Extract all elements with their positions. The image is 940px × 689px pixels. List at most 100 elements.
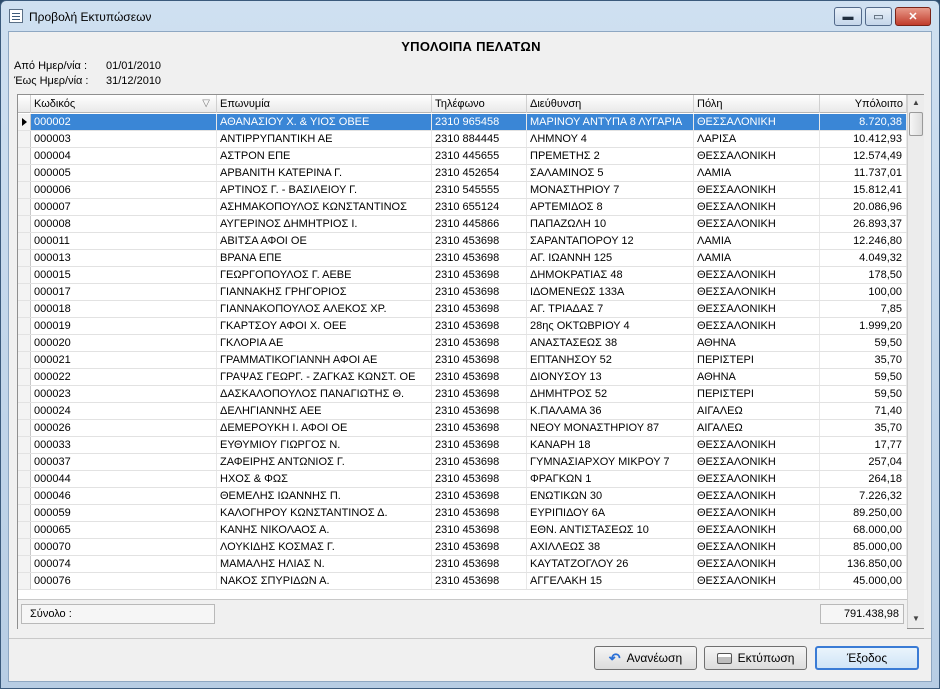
table-row[interactable]: 000024 ΔΕΛΗΓΙΑΝΝΗΣ ΑΕΕ 2310 453698 Κ.ΠΑΛΑΜΑ… xyxy=(18,403,907,420)
scroll-up-arrow-icon[interactable]: ▲ xyxy=(908,95,924,111)
row-indicator[interactable] xyxy=(18,420,31,436)
table-row[interactable]: 000015 ΓΕΩΡΓΟΠΟΥΛΟΣ Γ. ΑΕΒΕ 2310 453698 ΔΗΜ… xyxy=(18,267,907,284)
row-indicator[interactable] xyxy=(18,471,31,487)
row-indicator[interactable] xyxy=(18,522,31,538)
cell-code: 000019 xyxy=(31,318,217,334)
cell-balance: 35,70 xyxy=(820,352,907,368)
cell-phone: 2310 453698 xyxy=(432,335,527,351)
cell-code: 000018 xyxy=(31,301,217,317)
table-row[interactable]: 000033 ΕΥΘΥΜΙΟΥ ΓΙΩΡΓΟΣ Ν. 2310 453698 ΚΑΝΑ… xyxy=(18,437,907,454)
row-indicator[interactable] xyxy=(18,250,31,266)
table-row[interactable]: 000021 ΓΡΑΜΜΑΤΙΚΟΓΙΑΝΝΗ ΑΦΟΙ ΑΕ 2310 45369… xyxy=(18,352,907,369)
refresh-button[interactable]: ↶ Ανανέωση xyxy=(594,646,697,670)
column-header-city[interactable]: Πόλη xyxy=(694,95,820,113)
row-indicator[interactable] xyxy=(18,403,31,419)
table-row[interactable]: 000017 ΓΙΑΝΝΑΚΗΣ ΓΡΗΓΟΡΙΟΣ 2310 453698 ΙΔΟΜ… xyxy=(18,284,907,301)
table-row[interactable]: 000006 ΑΡΤΙΝΟΣ Γ. - ΒΑΣΙΛΕΙΟΥ Γ. 2310 5455… xyxy=(18,182,907,199)
row-indicator[interactable] xyxy=(18,335,31,351)
row-indicator[interactable] xyxy=(18,199,31,215)
row-indicator[interactable] xyxy=(18,369,31,385)
report-viewer-icon xyxy=(9,9,23,23)
cell-address: ΜΟΝΑΣΤΗΡΙΟΥ 7 xyxy=(527,182,694,198)
table-row[interactable]: 000013 ΒΡΑΝΑ ΕΠΕ 2310 453698 ΑΓ. ΙΩΑΝΝΗ 125… xyxy=(18,250,907,267)
column-header-code[interactable]: Κωδικός ▽ xyxy=(31,95,217,113)
column-header-name[interactable]: Επωνυμία xyxy=(217,95,432,113)
row-indicator[interactable] xyxy=(18,505,31,521)
column-header-phone[interactable]: Τηλέφωνο xyxy=(432,95,527,113)
column-header-address[interactable]: Διεύθυνση xyxy=(527,95,694,113)
table-row[interactable]: 000076 ΝΑΚΟΣ ΣΠΥΡΙΔΩΝ Α. 2310 453698 ΑΓΓΕΛΑ… xyxy=(18,573,907,590)
cell-phone: 2310 453698 xyxy=(432,522,527,538)
table-row[interactable]: 000022 ΓΡΑΨΑΣ ΓΕΩΡΓ. - ΖΑΓΚΑΣ ΚΩΝΣΤ. ΟΕ 23… xyxy=(18,369,907,386)
cell-city: ΘΕΣΣΑΛΟΝΙΚΗ xyxy=(694,437,820,453)
maximize-button[interactable]: ▭ xyxy=(865,7,892,26)
row-indicator[interactable] xyxy=(18,573,31,589)
cell-balance: 11.737,01 xyxy=(820,165,907,181)
cell-city: ΘΕΣΣΑΛΟΝΙΚΗ xyxy=(694,573,820,589)
cell-phone: 2310 453698 xyxy=(432,301,527,317)
row-indicator[interactable] xyxy=(18,556,31,572)
scroll-down-arrow-icon[interactable]: ▼ xyxy=(908,611,924,627)
row-indicator[interactable] xyxy=(18,131,31,147)
sort-icon[interactable]: ▽ xyxy=(202,95,210,113)
cell-address: ΙΔΟΜΕΝΕΩΣ 133Α xyxy=(527,284,694,300)
row-indicator[interactable] xyxy=(18,216,31,232)
cell-name: ΖΑΦΕΙΡΗΣ ΑΝΤΩΝΙΟΣ Γ. xyxy=(217,454,432,470)
row-indicator[interactable] xyxy=(18,488,31,504)
table-row[interactable]: 000046 ΘΕΜΕΛΗΣ ΙΩΑΝΝΗΣ Π. 2310 453698 ΕΝΩΤΙ… xyxy=(18,488,907,505)
row-indicator[interactable] xyxy=(18,318,31,334)
table-row[interactable]: 000008 ΑΥΓΕΡΙΝΟΣ ΔΗΜΗΤΡΙΟΣ Ι. 2310 445866 Π… xyxy=(18,216,907,233)
cell-address: ΑΓΓΕΛΑΚΗ 15 xyxy=(527,573,694,589)
row-indicator[interactable] xyxy=(18,454,31,470)
customer-balance-grid[interactable]: Κωδικός ▽ Επωνυμία Τηλέφωνο Διεύθυνση Πό… xyxy=(17,94,924,629)
row-indicator[interactable] xyxy=(18,148,31,164)
table-row[interactable]: 000002 ΑΘΑΝΑΣΙΟΥ Χ. & ΥΙΟΣ ΟΒΕΕ 2310 96545… xyxy=(18,114,907,131)
row-indicator[interactable] xyxy=(18,182,31,198)
cell-name: ΔΑΣΚΑΛΟΠΟΥΛΟΣ ΠΑΝΑΓΙΩΤΗΣ Θ. xyxy=(217,386,432,402)
table-row[interactable]: 000026 ΔΕΜΕΡΟΥΚΗ Ι. ΑΦΟΙ ΟΕ 2310 453698 ΝΕΟ… xyxy=(18,420,907,437)
cell-city: ΠΕΡΙΣΤΕΡΙ xyxy=(694,386,820,402)
cell-address: ΔΗΜΟΚΡΑΤΙΑΣ 48 xyxy=(527,267,694,283)
table-row[interactable]: 000018 ΓΙΑΝΝΑΚΟΠΟΥΛΟΣ ΑΛΕΚΟΣ ΧΡ. 2310 4536… xyxy=(18,301,907,318)
row-indicator[interactable] xyxy=(18,437,31,453)
table-row[interactable]: 000020 ΓΚΛΟΡΙΑ ΑΕ 2310 453698 ΑΝΑΣΤΑΣΕΩΣ 38… xyxy=(18,335,907,352)
table-row[interactable]: 000004 ΑΣΤΡΟΝ ΕΠΕ 2310 445655 ΠΡΕΜΕΤΗΣ 2 ΘΕΣ… xyxy=(18,148,907,165)
row-indicator[interactable] xyxy=(18,284,31,300)
cell-code: 000002 xyxy=(31,114,217,130)
table-row[interactable]: 000037 ΖΑΦΕΙΡΗΣ ΑΝΤΩΝΙΟΣ Γ. 2310 453698 ΓΥΜ… xyxy=(18,454,907,471)
table-row[interactable]: 000044 ΗΧΟΣ & ΦΩΣ 2310 453698 ΦΡΑΓΚΩΝ 1 ΘΕΣΣ… xyxy=(18,471,907,488)
cell-address: ΣΑΡΑΝΤΑΠΟΡΟΥ 12 xyxy=(527,233,694,249)
exit-button[interactable]: Έξοδος xyxy=(815,646,919,670)
printer-icon xyxy=(716,652,732,664)
row-indicator[interactable] xyxy=(18,352,31,368)
cell-balance: 17,77 xyxy=(820,437,907,453)
minimize-button[interactable]: ▬ xyxy=(834,7,862,26)
table-row[interactable]: 000074 ΜΑΜΑΛΗΣ ΗΛΙΑΣ Ν. 2310 453698 ΚΑΥΤΑΤΖ… xyxy=(18,556,907,573)
table-row[interactable]: 000059 ΚΑΛΟΓΗΡΟΥ ΚΩΝΣΤΑΝΤΙΝΟΣ Δ. 2310 4536… xyxy=(18,505,907,522)
cell-code: 000065 xyxy=(31,522,217,538)
table-row[interactable]: 000003 ΑΝΤΙΡΡΥΠΑΝΤΙΚΗ ΑΕ 2310 884445 ΛΗΜΝΟΥ… xyxy=(18,131,907,148)
table-row[interactable]: 000070 ΛΟΥΚΙΔΗΣ ΚΟΣΜΑΣ Γ. 2310 453698 ΑΧΙΛΛ… xyxy=(18,539,907,556)
row-indicator[interactable] xyxy=(18,233,31,249)
table-row[interactable]: 000019 ΓΚΑΡΤΣΟΥ ΑΦΟΙ Χ. ΟΕΕ 2310 453698 28η… xyxy=(18,318,907,335)
cell-phone: 2310 884445 xyxy=(432,131,527,147)
row-indicator[interactable] xyxy=(18,301,31,317)
row-indicator[interactable] xyxy=(18,539,31,555)
vertical-scrollbar[interactable]: ▲ ▼ xyxy=(907,95,924,628)
table-row[interactable]: 000005 ΑΡΒΑΝΙΤΗ ΚΑΤΕΡΙΝΑ Γ. 2310 452654 ΣΑΛ… xyxy=(18,165,907,182)
column-header-balance[interactable]: Υπόλοιπο xyxy=(820,95,907,113)
row-indicator[interactable] xyxy=(18,165,31,181)
cell-balance: 15.812,41 xyxy=(820,182,907,198)
row-indicator[interactable] xyxy=(18,386,31,402)
close-button[interactable]: ✕ xyxy=(895,7,931,26)
scroll-thumb[interactable] xyxy=(909,112,923,136)
row-indicator[interactable] xyxy=(18,267,31,283)
cell-city: ΑΘΗΝΑ xyxy=(694,369,820,385)
print-button[interactable]: Εκτύπωση xyxy=(704,646,807,670)
title-bar[interactable]: Προβολή Εκτυπώσεων ▬ ▭ ✕ xyxy=(1,1,939,31)
table-row[interactable]: 000065 ΚΑΝΗΣ ΝΙΚΟΛΑΟΣ Α. 2310 453698 ΕΘΝ. Α… xyxy=(18,522,907,539)
row-indicator[interactable] xyxy=(18,114,31,130)
table-row[interactable]: 000007 ΑΣΗΜΑΚΟΠΟΥΛΟΣ ΚΩΝΣΤΑΝΤΙΝΟΣ 2310 655… xyxy=(18,199,907,216)
table-row[interactable]: 000011 ΑΒΙΤΣΑ ΑΦΟΙ ΟΕ 2310 453698 ΣΑΡΑΝΤΑΠΟ… xyxy=(18,233,907,250)
table-row[interactable]: 000023 ΔΑΣΚΑΛΟΠΟΥΛΟΣ ΠΑΝΑΓΙΩΤΗΣ Θ. 2310 45… xyxy=(18,386,907,403)
